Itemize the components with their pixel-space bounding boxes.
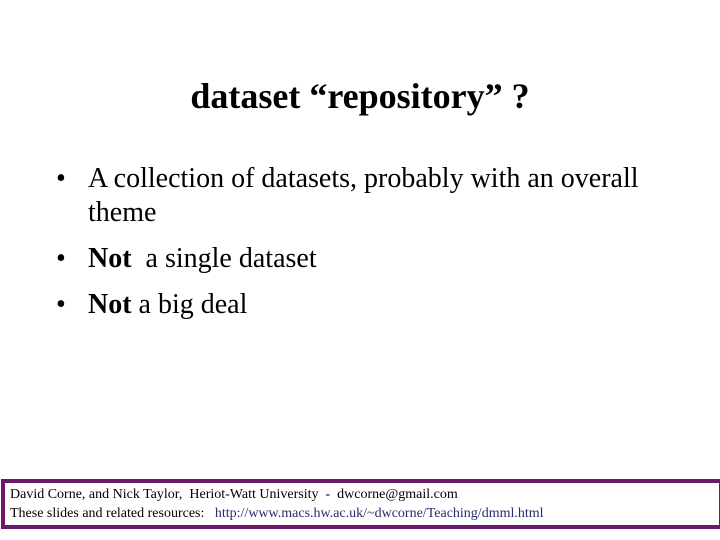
- footer-resources: These slides and related resources: http…: [10, 504, 719, 523]
- bullet-bold-text: Not: [88, 289, 132, 320]
- bullet-text: a big deal: [131, 289, 248, 320]
- bullet-text: A collection of datasets, probably with …: [88, 163, 639, 228]
- bullet-icon: •: [56, 243, 66, 274]
- bullet-item: • Not a big deal: [56, 288, 676, 322]
- footer-authors: David Corne, and Nick Taylor, Heriot-Wat…: [10, 487, 458, 502]
- bullet-text: a single dataset: [131, 243, 317, 274]
- bullet-list: • A collection of datasets, probably wit…: [56, 162, 676, 334]
- bullet-item: • Not a single dataset: [56, 242, 676, 276]
- footer-resources-label: These slides and related resources:: [10, 506, 215, 521]
- bullet-item: • A collection of datasets, probably wit…: [56, 162, 676, 230]
- slide-title: dataset “repository” ?: [190, 76, 530, 116]
- bullet-bold-text: Not: [88, 243, 132, 274]
- footer-box: David Corne, and Nick Taylor, Heriot-Wat…: [1, 479, 720, 529]
- bullet-icon: •: [56, 289, 66, 320]
- resources-link[interactable]: http://www.macs.hw.ac.uk/~dwcorne/Teachi…: [215, 506, 544, 521]
- bullet-icon: •: [56, 163, 66, 194]
